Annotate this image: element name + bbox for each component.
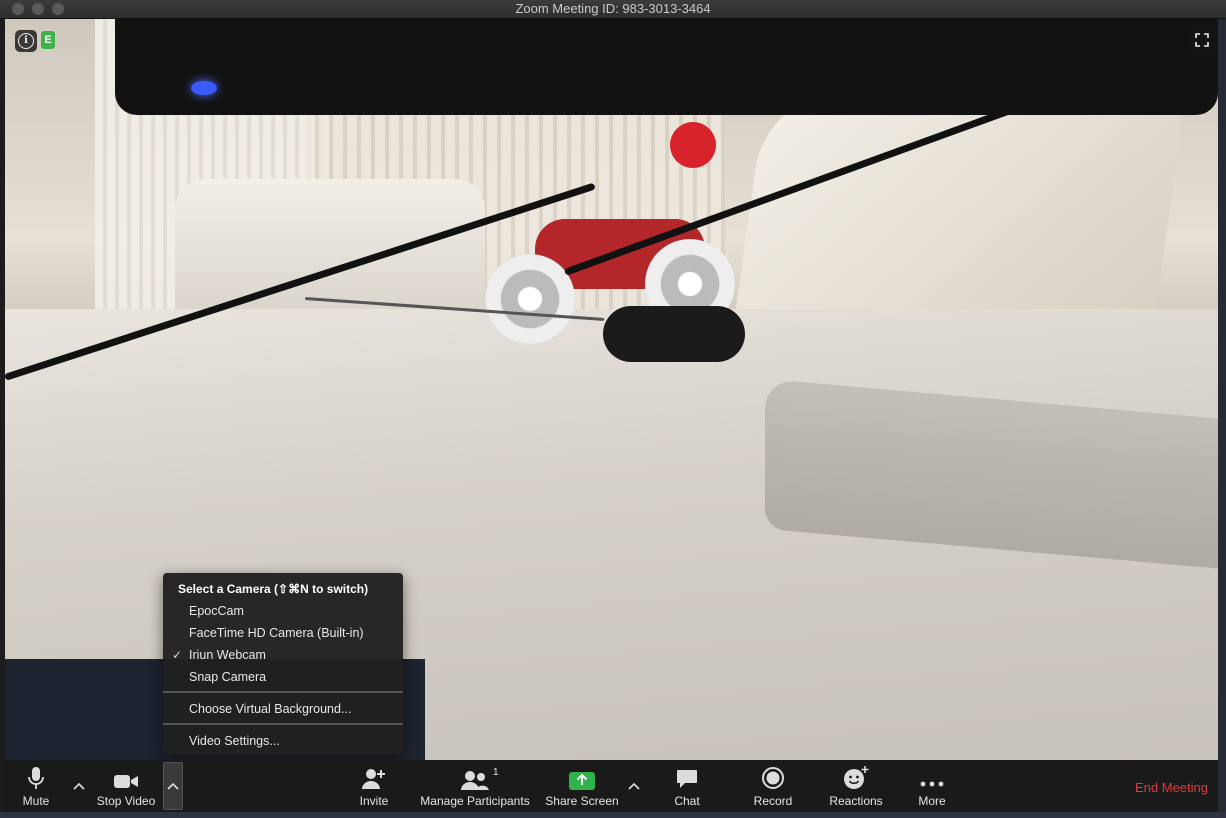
fullscreen-button[interactable] [1188, 28, 1216, 52]
video-monitor-led [191, 81, 217, 95]
info-icon: i [18, 33, 34, 49]
menu-divider [163, 723, 403, 725]
record-button[interactable]: Record [749, 760, 797, 812]
video-options-caret[interactable] [163, 762, 183, 810]
video-mouse [603, 306, 745, 362]
title-bar: Zoom Meeting ID: 983-3013-3464 [0, 0, 1226, 19]
emoji-plus-icon [844, 766, 869, 789]
chat-label: Chat [674, 794, 700, 808]
share-screen-button[interactable]: Share Screen [545, 760, 619, 812]
checkmark-icon: ✓ [172, 648, 183, 662]
add-person-icon [362, 769, 385, 789]
share-options-caret[interactable] [625, 772, 643, 800]
manage-participants-button[interactable]: Manage Participants [418, 760, 532, 812]
microphone-icon [28, 767, 44, 789]
encryption-shield-icon[interactable]: E [41, 31, 55, 49]
camera-option-label: Snap Camera [189, 670, 267, 684]
meeting-info-button[interactable]: i [15, 30, 37, 52]
camera-option-snap[interactable]: Snap Camera [163, 666, 403, 688]
chevron-up-icon [73, 782, 85, 790]
participants-icon [461, 771, 489, 790]
window-title: Zoom Meeting ID: 983-3013-3464 [515, 1, 711, 16]
more-button[interactable]: More [912, 760, 952, 812]
more-dots-icon [920, 781, 944, 787]
desktop-strip [0, 812, 1226, 818]
background-window-strip [1218, 19, 1226, 818]
invite-label: Invite [359, 794, 389, 808]
camera-option-epoccam[interactable]: EpocCam [163, 600, 403, 622]
video-monitor [115, 19, 1218, 115]
invite-button[interactable]: Invite [354, 760, 394, 812]
video-red-ball [670, 122, 716, 168]
fullscreen-icon [1195, 33, 1209, 47]
meeting-toolbar: Mute Stop Video Invite Manage Participan… [5, 760, 1218, 812]
menu-divider [163, 691, 403, 693]
virtual-background-label: Choose Virtual Background... [189, 702, 352, 716]
participant-count-badge: 1 [493, 767, 499, 778]
record-icon [762, 767, 784, 789]
camera-option-facetime[interactable]: FaceTime HD Camera (Built-in) [163, 622, 403, 644]
video-settings-label: Video Settings... [189, 734, 280, 748]
camera-option-iriun[interactable]: ✓ Iriun Webcam [163, 644, 403, 666]
video-settings-item[interactable]: Video Settings... [163, 730, 403, 752]
audio-options-caret[interactable] [70, 772, 88, 800]
chat-bubble-icon [677, 770, 697, 788]
chevron-up-icon [628, 782, 640, 790]
reactions-button[interactable]: Reactions [826, 760, 886, 812]
share-screen-label: Share Screen [545, 794, 619, 808]
reactions-label: Reactions [829, 794, 883, 808]
stop-video-label: Stop Video [96, 794, 156, 808]
chat-button[interactable]: Chat [667, 760, 707, 812]
choose-virtual-background-item[interactable]: Choose Virtual Background... [163, 698, 403, 720]
mute-button[interactable]: Mute [16, 760, 56, 812]
camera-menu-header: Select a Camera (⇧⌘N to switch) [178, 582, 369, 596]
camera-menu: Select a Camera (⇧⌘N to switch) EpocCam … [163, 573, 403, 755]
camera-option-label: FaceTime HD Camera (Built-in) [189, 626, 364, 640]
end-meeting-button[interactable]: End Meeting [1135, 780, 1208, 795]
record-label: Record [753, 794, 793, 808]
mute-label: Mute [22, 794, 50, 808]
camera-option-label: EpocCam [189, 604, 244, 618]
video-camera-icon [114, 775, 138, 788]
camera-option-label: Iriun Webcam [189, 648, 266, 662]
manage-participants-label: Manage Participants [420, 794, 530, 808]
more-label: More [918, 794, 946, 808]
stop-video-button[interactable]: Stop Video [95, 760, 157, 812]
share-screen-icon [569, 772, 595, 790]
chevron-up-icon [167, 782, 179, 790]
